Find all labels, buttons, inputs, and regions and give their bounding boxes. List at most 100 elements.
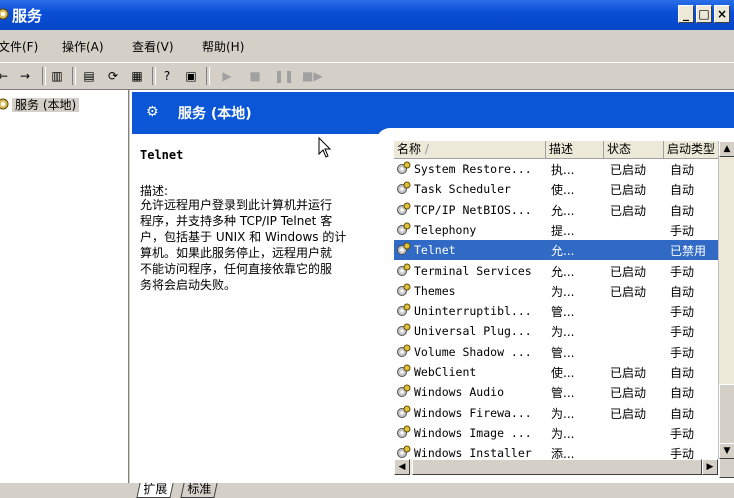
table-row[interactable]: Windows Image ... 为... 手动: [394, 423, 722, 443]
vertical-scrollbar[interactable]: ▲ ▼: [718, 141, 734, 478]
console-icon[interactable]: ▣: [182, 67, 200, 85]
scroll-left-icon[interactable]: ◀: [394, 459, 410, 475]
back-icon[interactable]: ←: [0, 67, 12, 85]
service-name-cell: Task Scheduler: [414, 182, 511, 197]
service-gear-icon: [397, 364, 411, 377]
column-header-desc[interactable]: 描述: [546, 141, 604, 158]
service-gear-icon: [397, 303, 411, 317]
table-row[interactable]: WebClient 使... 已启动 自动: [394, 362, 722, 382]
mouse-cursor-icon: [318, 137, 332, 158]
table-row[interactable]: Volume Shadow ... 管... 手动: [394, 342, 722, 362]
service-desc-cell: 为...: [551, 284, 575, 299]
table-row[interactable]: Telephony 提... 手动: [394, 220, 722, 240]
stop-service-icon[interactable]: ■: [246, 67, 264, 85]
toolbar-separator: [72, 67, 76, 85]
service-gear-icon: [397, 242, 411, 256]
menu-bar: 文件(F) 操作(A) 查看(V) 帮助(H): [0, 31, 734, 61]
service-gear-icon: [397, 425, 411, 438]
service-startup-cell: 自动: [670, 366, 695, 380]
tree-node-services-local[interactable]: 服务 (本地): [0, 96, 80, 112]
service-status-cell: 已启动: [610, 163, 647, 177]
column-header-status[interactable]: 状态: [604, 141, 664, 158]
table-row[interactable]: Uninterruptibl... 管... 手动: [394, 301, 722, 321]
menu-file[interactable]: 文件(F): [0, 38, 38, 55]
service-gear-icon: [397, 405, 411, 418]
service-gear-icon: [397, 344, 411, 357]
service-gear-icon: [397, 222, 411, 235]
start-service-icon[interactable]: ▶: [218, 67, 236, 85]
menu-view[interactable]: 查看(V): [132, 38, 174, 55]
menu-action[interactable]: 操作(A): [62, 38, 104, 55]
export-list-icon[interactable]: ▦: [128, 67, 146, 85]
service-desc-cell: 管...: [551, 305, 575, 320]
tab-label: 标准: [187, 482, 212, 496]
service-desc-cell: 使...: [551, 183, 575, 198]
table-row[interactable]: Windows Audio 管... 已启动 自动: [394, 382, 722, 402]
service-desc-cell: 允...: [551, 203, 575, 218]
minimize-button[interactable]: _: [678, 5, 694, 23]
column-header-name-label: 名称: [397, 142, 422, 156]
description-line: 务将会启动失败。: [140, 278, 237, 292]
table-row[interactable]: Themes 为... 已启动 自动: [394, 281, 722, 301]
banner-title: 服务 (本地): [178, 106, 252, 122]
service-desc-cell: 管...: [551, 345, 575, 360]
toolbar-separator: [152, 67, 156, 85]
service-startup-cell: 手动: [670, 264, 695, 279]
service-startup-cell: 手动: [670, 325, 695, 340]
close-button[interactable]: ×: [714, 5, 730, 23]
description-line: 算机。如果此服务停止，远程用户就: [140, 246, 333, 260]
horizontal-scrollbar[interactable]: ◀ ▶: [394, 459, 718, 475]
help-icon[interactable]: ?: [158, 67, 176, 85]
restart-service-icon[interactable]: ■▶: [302, 67, 323, 85]
properties-icon[interactable]: ▤: [80, 67, 98, 85]
table-row[interactable]: System Restore... 执... 已启动 自动: [394, 159, 722, 179]
service-name-cell: Telnet: [414, 243, 456, 258]
service-startup-cell: 自动: [670, 203, 695, 218]
scroll-right-icon[interactable]: ▶: [702, 459, 718, 475]
services-gear-icon: [0, 8, 9, 20]
forward-icon[interactable]: →: [16, 67, 34, 85]
service-gear-icon: [397, 202, 411, 215]
table-row[interactable]: TCP/IP NetBIOS... 允... 已启动 自动: [394, 200, 722, 220]
service-gear-icon: [397, 323, 411, 337]
maximize-button[interactable]: □: [696, 5, 712, 23]
tab-standard[interactable]: 标准: [180, 482, 218, 498]
table-row[interactable]: Universal Plug... 为... 手动: [394, 321, 722, 341]
scroll-down-icon[interactable]: ▼: [719, 443, 734, 459]
service-desc-cell: 允...: [551, 244, 575, 259]
column-header-name[interactable]: 名称 /: [394, 141, 546, 158]
service-startup-cell: 手动: [670, 223, 695, 238]
service-desc-cell: 提...: [551, 223, 575, 238]
service-name-cell: Themes: [414, 283, 456, 298]
service-status-cell: 已启动: [610, 366, 647, 380]
horizontal-scroll-thumb[interactable]: [412, 459, 702, 475]
view-tabs: 扩展 标准: [130, 482, 734, 498]
table-row[interactable]: Windows Firewa... 为... 已启动 自动: [394, 403, 722, 423]
service-name-cell: Terminal Services: [414, 263, 532, 278]
service-status-cell: 已启动: [610, 203, 647, 218]
tab-extended[interactable]: 扩展: [136, 482, 174, 498]
refresh-icon[interactable]: ⟳: [104, 67, 122, 85]
table-row[interactable]: Terminal Services 允... 已启动 手动: [394, 261, 722, 281]
service-name-cell: TCP/IP NetBIOS...: [414, 202, 532, 217]
table-row[interactable]: Task Scheduler 使... 已启动 自动: [394, 179, 722, 199]
menu-help[interactable]: 帮助(H): [202, 38, 244, 55]
scroll-up-icon[interactable]: ▲: [719, 141, 734, 157]
pause-service-icon[interactable]: ❚❚: [274, 67, 294, 85]
vertical-scroll-thumb[interactable]: [719, 384, 734, 478]
service-startup-cell: 自动: [670, 284, 695, 299]
service-name-cell: WebClient: [414, 365, 477, 379]
service-gear-icon: [397, 384, 411, 398]
description-line: 允许远程用户登录到此计算机并运行: [140, 198, 333, 212]
show-hide-tree-icon[interactable]: ▥: [48, 67, 66, 85]
service-desc-cell: 执...: [551, 163, 575, 177]
toolbar: ← → ▥ ▤ ⟳ ▦ ? ▣ ▶ ■ ❚❚ ■▶: [0, 62, 734, 90]
service-startup-cell: 手动: [670, 305, 695, 320]
table-row[interactable]: Telnet 允... 已禁用: [394, 240, 722, 261]
console-tree: 服务 (本地): [0, 90, 129, 483]
column-header-startup[interactable]: 启动类型: [664, 141, 722, 158]
description-line: 不能访问程序，任何直接依靠它的服: [140, 262, 333, 276]
service-gear-icon: [397, 161, 411, 174]
service-gear-icon: [397, 445, 411, 459]
service-status-cell: 已启动: [610, 386, 647, 401]
